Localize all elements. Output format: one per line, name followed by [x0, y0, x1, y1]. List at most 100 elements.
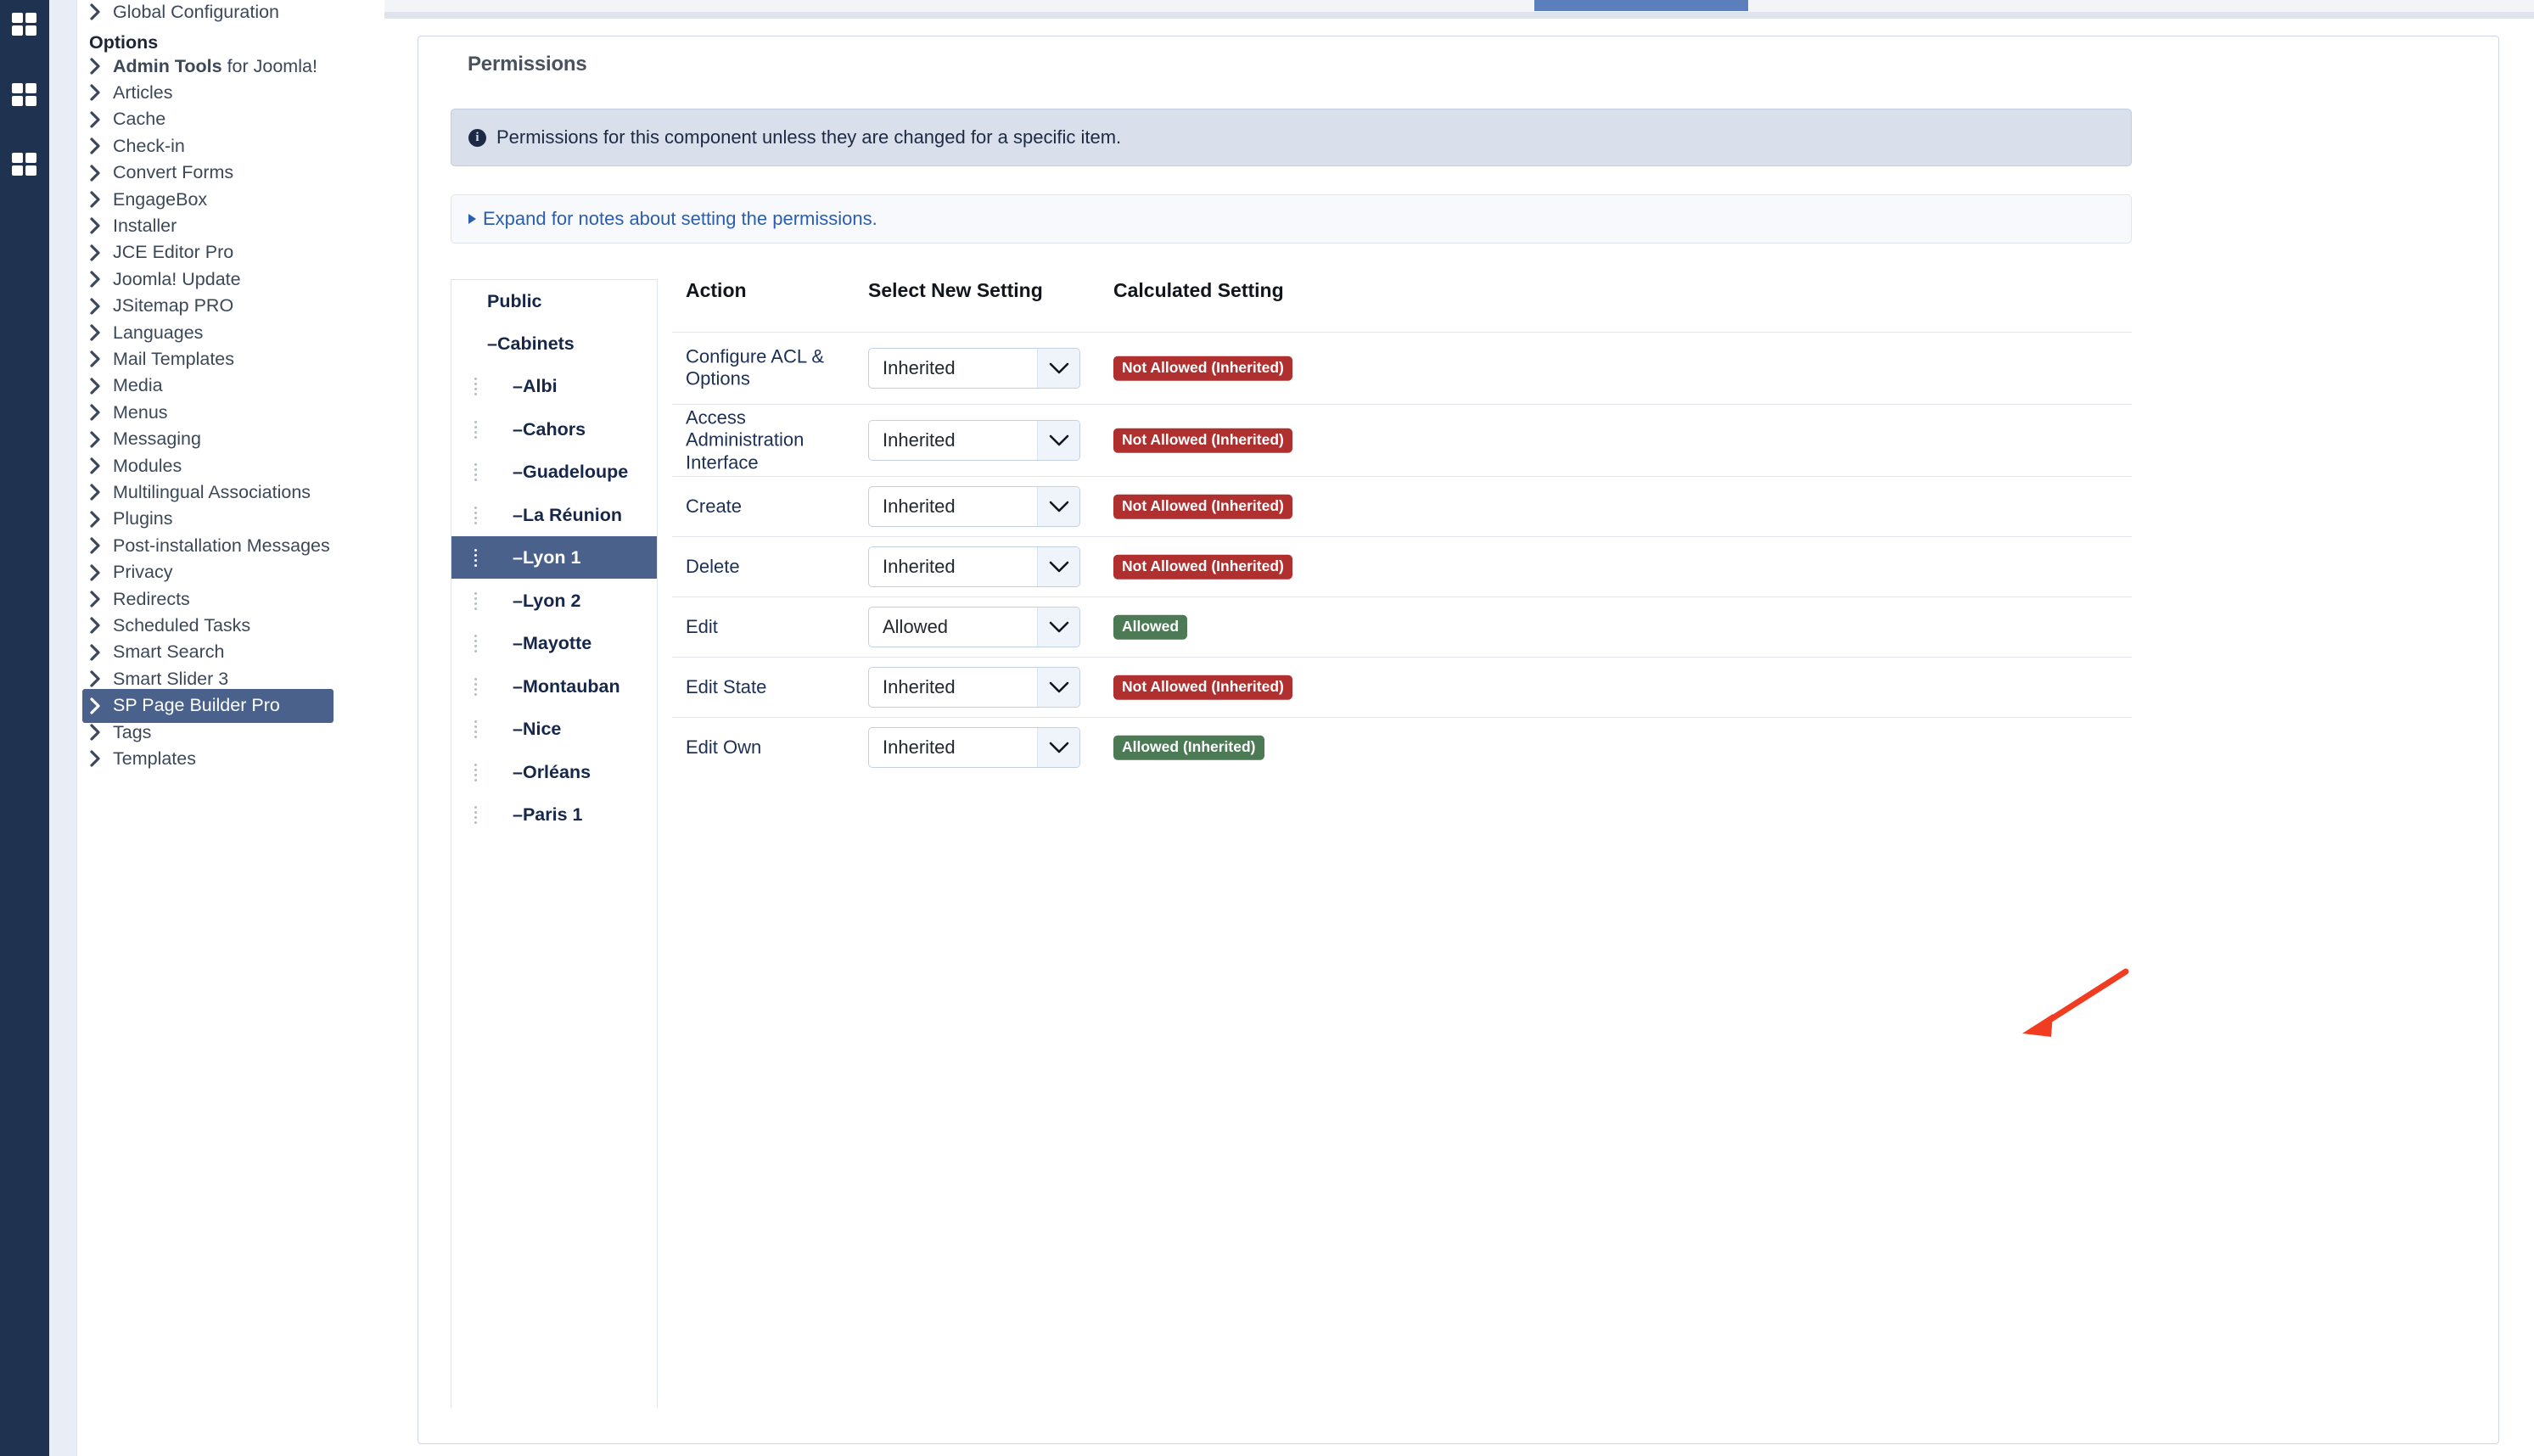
chevron-right-icon	[89, 190, 111, 209]
permission-setting-value: Inherited	[883, 429, 956, 451]
group-item-cahors[interactable]: – Cahors	[451, 408, 657, 451]
group-item-nice[interactable]: – Nice	[451, 708, 657, 750]
group-item-label: Paris 1	[522, 804, 583, 825]
sidebar-item-label: Check-in	[113, 135, 185, 156]
chevron-right-icon	[89, 57, 111, 76]
tree-dash-icon: –	[513, 804, 523, 825]
caret-right-icon	[468, 214, 476, 224]
table-row: Access Administration Interface Inherited…	[672, 404, 2132, 476]
permission-setting-select[interactable]: Inherited	[868, 667, 1080, 708]
group-item-label: Lyon 1	[522, 546, 581, 568]
drag-handle-icon[interactable]	[463, 677, 487, 696]
sidebar-item-label: Articles	[113, 81, 173, 103]
drag-handle-icon[interactable]	[463, 805, 487, 824]
drag-handle-icon[interactable]	[463, 720, 487, 738]
tree-dash-icon: –	[513, 632, 523, 653]
tree-dash-icon: –	[487, 333, 497, 354]
sidebar-item-global-configuration[interactable]: Global Configuration	[82, 0, 334, 29]
permission-setting-select[interactable]: Inherited	[868, 486, 1080, 527]
table-row: Edit Own Inherited Allowed (Inherited)	[672, 717, 2132, 777]
group-item-mayotte[interactable]: – Mayotte	[451, 622, 657, 664]
group-item-guadeloupe[interactable]: – Guadeloupe	[451, 451, 657, 493]
table-row: Delete Inherited Not Allowed (Inherited)	[672, 536, 2132, 596]
drag-handle-icon[interactable]	[463, 763, 487, 781]
table-row: Configure ACL & Options Inherited Not Allo…	[672, 332, 2132, 404]
tree-dash-icon: –	[513, 718, 523, 739]
chevron-down-icon[interactable]	[1037, 608, 1079, 647]
chevron-down-icon[interactable]	[1037, 487, 1079, 526]
group-item-lyon-2[interactable]: – Lyon 2	[451, 580, 657, 622]
drag-handle-icon[interactable]	[463, 634, 487, 652]
group-item-label: La Réunion	[522, 504, 623, 525]
sidebar-item-label: JSitemap PRO	[113, 295, 234, 316]
permission-action-label: Create	[686, 495, 743, 517]
permission-action-label: Access Administration Interface	[686, 406, 804, 473]
permissions-table-body: Configure ACL & Options Inherited Not Allo…	[672, 332, 2132, 777]
status-badge: Not Allowed (Inherited)	[1113, 675, 1292, 700]
sidebar-item-templates[interactable]: Templates	[82, 742, 334, 776]
permissions-notes-box[interactable]: Expand for notes about setting the permi…	[451, 194, 2132, 244]
drag-handle-icon[interactable]	[463, 377, 487, 395]
user-groups-list: Public – Cabinets – Albi – Cahors – Guadelou…	[451, 279, 658, 1408]
sidebar-item-label: Menus	[113, 401, 168, 423]
chevron-right-icon	[89, 297, 111, 316]
group-item-albi[interactable]: – Albi	[451, 365, 657, 407]
group-item-label: Guadeloupe	[522, 461, 629, 482]
group-item-orl-ans[interactable]: – Orléans	[451, 751, 657, 793]
group-item-la-r-union[interactable]: – La Réunion	[451, 494, 657, 536]
permission-setting-value: Inherited	[883, 736, 956, 758]
sidebar-item-label: Redirects	[113, 588, 190, 609]
sidebar-item-label: Languages	[113, 322, 204, 343]
permission-setting-select[interactable]: Inherited	[868, 420, 1080, 461]
permission-action-label: Configure ACL & Options	[686, 345, 825, 389]
tab-strip-shadow	[384, 12, 2534, 19]
drag-handle-icon[interactable]	[463, 548, 487, 567]
sidebar-item-label: Messaging	[113, 428, 201, 450]
grid-icon-3[interactable]	[3, 146, 46, 182]
chevron-right-icon	[89, 244, 111, 262]
permission-setting-select[interactable]: Inherited	[868, 546, 1080, 587]
drag-handle-icon[interactable]	[463, 591, 487, 610]
chevron-down-icon[interactable]	[1037, 547, 1079, 586]
column-header-select-new-setting: Select New Setting	[868, 279, 1043, 301]
permission-action-label: Edit	[686, 615, 718, 637]
group-item-label: Public	[487, 290, 542, 311]
group-item-cabinets[interactable]: – Cabinets	[451, 322, 657, 365]
tree-dash-icon: –	[513, 461, 523, 482]
chevron-down-icon[interactable]	[1037, 668, 1079, 707]
chevron-right-icon	[89, 669, 111, 688]
chevron-down-icon[interactable]	[1037, 349, 1079, 388]
page-title: Permissions	[456, 53, 599, 76]
column-header-calculated-setting: Calculated Setting	[1113, 279, 1284, 301]
chevron-right-icon	[89, 643, 111, 662]
chevron-down-icon[interactable]	[1037, 728, 1079, 767]
chevron-right-icon	[89, 110, 111, 129]
drag-handle-icon[interactable]	[463, 462, 487, 481]
status-badge: Not Allowed (Inherited)	[1113, 554, 1292, 580]
group-item-lyon-1[interactable]: – Lyon 1	[451, 536, 657, 579]
sidebar-item-label: Privacy	[113, 562, 173, 583]
sidebar-item-label: Plugins	[113, 508, 173, 529]
permission-setting-select[interactable]: Inherited	[868, 727, 1080, 768]
group-item-montauban[interactable]: – Montauban	[451, 665, 657, 708]
drag-handle-icon[interactable]	[463, 420, 487, 439]
tree-dash-icon: –	[513, 504, 523, 525]
chevron-down-icon[interactable]	[1037, 421, 1079, 460]
chevron-right-icon	[89, 430, 111, 449]
grid-icon-1[interactable]	[3, 6, 46, 42]
drag-handle-icon[interactable]	[463, 506, 487, 524]
tree-dash-icon: –	[513, 675, 523, 697]
status-badge: Not Allowed (Inherited)	[1113, 356, 1292, 381]
group-item-public[interactable]: Public	[451, 280, 657, 322]
expand-notes-link[interactable]: Expand for notes about setting the permi…	[468, 208, 877, 230]
chevron-right-icon	[89, 483, 111, 501]
tab-permissions-active-indicator[interactable]	[1534, 0, 1748, 11]
grid-icon-2[interactable]	[3, 76, 46, 112]
chevron-right-icon	[89, 323, 111, 342]
permission-setting-select[interactable]: Allowed	[868, 607, 1080, 647]
status-badge: Not Allowed (Inherited)	[1113, 428, 1292, 453]
permission-setting-select[interactable]: Inherited	[868, 348, 1080, 389]
table-row: Create Inherited Not Allowed (Inherited)	[672, 476, 2132, 536]
group-item-paris-1[interactable]: – Paris 1	[451, 793, 657, 836]
sidebar-item-label: Scheduled Tasks	[113, 614, 251, 636]
